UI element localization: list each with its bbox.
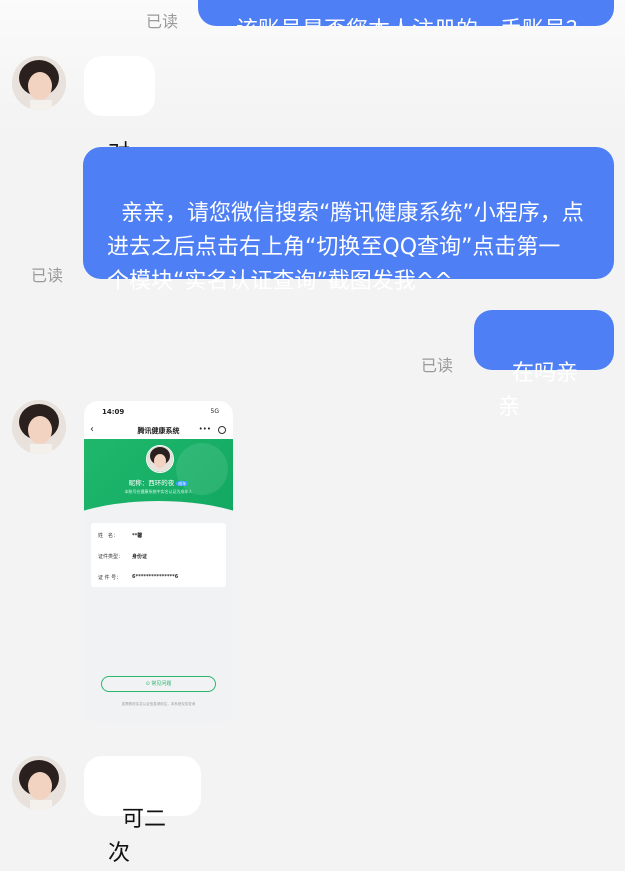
faq-button: ⊙ 常见问题 — [101, 676, 216, 692]
footer-note: 如需修改实名认证信息请前往，本系统仅供查询 — [121, 702, 196, 706]
more-icon: ••• — [198, 425, 211, 433]
message-bubble-outgoing[interactable]: 在吗亲亲 — [474, 310, 614, 420]
read-receipt: 已读 — [146, 12, 179, 31]
row-value: 身份证 — [132, 554, 148, 560]
contact-avatar[interactable] — [12, 400, 66, 454]
message-text: 亲亲，请您微信搜索“腾讯健康系统”小程序，点 进去之后点击右上角“切换至QQ查询… — [107, 201, 584, 294]
adult-tag: 成年 — [176, 481, 189, 486]
image-message-screenshot[interactable]: 14:09 5G ‹ 腾讯健康系统 ••• 昵称：西环的夜 成年 本账号在健康系… — [84, 401, 233, 723]
message-bubble-outgoing-top[interactable]: 该账号是否您本人注册的一手账号？ — [198, 0, 614, 26]
row-value: **馨 — [132, 533, 143, 539]
screenshot-time: 14:09 — [102, 408, 125, 416]
message-bubble-incoming[interactable]: 可二次 — [84, 756, 201, 866]
read-receipt: 已读 — [421, 356, 454, 375]
message-text: 可二次 — [108, 807, 167, 866]
message-text: 在吗亲亲 — [498, 361, 579, 420]
identity-card: 姓 名： **馨 证件类型： 身份证 证 件 号： 6*************… — [91, 523, 226, 587]
message-bubble-outgoing[interactable]: 亲亲，请您微信搜索“腾讯健康系统”小程序，点 进去之后点击右上角“切换至QQ查询… — [83, 147, 614, 294]
message-text: 该账号是否您本人注册的一手账号？ — [236, 18, 588, 26]
row-label: 姓 名： — [98, 533, 119, 539]
contact-avatar[interactable] — [12, 56, 66, 110]
row-id-number: 证 件 号： 6***************6 — [98, 574, 178, 581]
subtitle: 本账号在健康系统中实名认证为成年人 — [124, 489, 193, 494]
row-label: 证 件 号： — [98, 575, 122, 581]
read-receipt: 已读 — [31, 266, 64, 285]
message-bubble-incoming[interactable]: 对 — [84, 56, 155, 166]
profile-avatar — [146, 445, 174, 473]
target-icon — [218, 426, 226, 434]
row-id-type: 证件类型： 身份证 — [98, 553, 147, 560]
row-name: 姓 名： **馨 — [98, 532, 142, 539]
row-label: 证件类型： — [98, 554, 124, 560]
contact-avatar[interactable] — [12, 756, 66, 810]
screenshot-signal: 5G — [210, 408, 219, 415]
nickname: 昵称：西环的夜 成年 — [84, 477, 233, 487]
row-value: 6***************6 — [132, 574, 179, 580]
nickname-text: 昵称：西环的夜 — [128, 479, 175, 487]
